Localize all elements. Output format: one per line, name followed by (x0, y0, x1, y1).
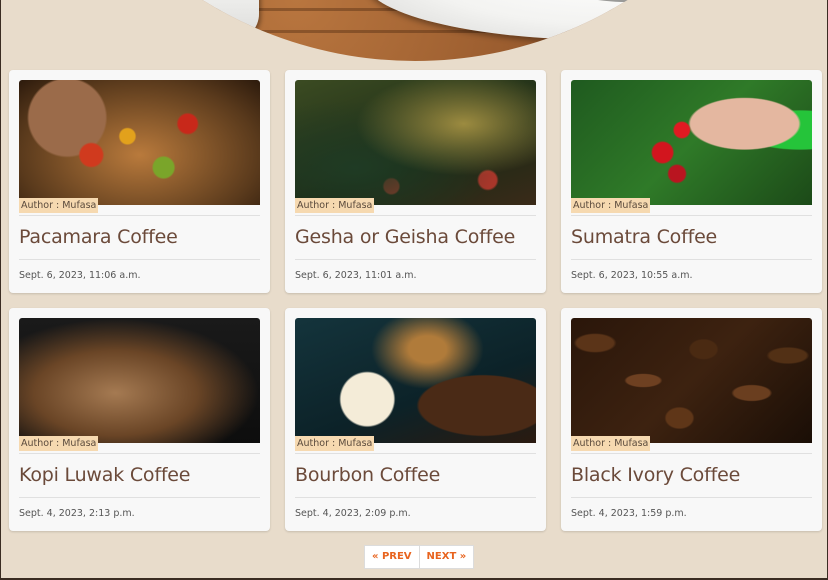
author-badge: Author : Mufasa (19, 198, 99, 213)
post-thumbnail[interactable] (19, 80, 260, 205)
post-thumbnail[interactable] (19, 318, 260, 443)
hero-image (19, 0, 811, 61)
author-badge: Author : Mufasa (295, 198, 375, 213)
post-title[interactable]: Kopi Luwak Coffee (19, 464, 190, 486)
divider (19, 215, 260, 216)
post-card[interactable]: Author : Mufasa Sumatra Coffee Sept. 6, … (561, 70, 822, 293)
post-title[interactable]: Black Ivory Coffee (571, 464, 740, 486)
laptop-image-detail (19, 0, 259, 40)
post-thumbnail[interactable] (571, 318, 812, 443)
post-date: Sept. 6, 2023, 11:06 a.m. (19, 270, 141, 281)
prev-page-button[interactable]: « PREV (364, 545, 420, 569)
post-date: Sept. 4, 2023, 2:09 p.m. (295, 508, 411, 519)
divider (295, 453, 536, 454)
divider (19, 259, 260, 260)
post-thumbnail[interactable] (295, 318, 536, 443)
author-badge: Author : Mufasa (571, 198, 651, 213)
post-title[interactable]: Bourbon Coffee (295, 464, 440, 486)
post-title[interactable]: Sumatra Coffee (571, 226, 717, 248)
author-badge: Author : Mufasa (295, 436, 375, 451)
divider (295, 215, 536, 216)
post-thumbnail[interactable] (571, 80, 812, 205)
next-page-button[interactable]: NEXT » (419, 545, 475, 569)
author-badge: Author : Mufasa (571, 436, 651, 451)
divider (571, 259, 812, 260)
post-grid: Author : Mufasa Pacamara Coffee Sept. 6,… (9, 70, 822, 531)
divider (19, 453, 260, 454)
divider (571, 497, 812, 498)
coffee-cup-image-detail (364, 0, 811, 40)
post-date: Sept. 4, 2023, 1:59 p.m. (571, 508, 687, 519)
post-title[interactable]: Gesha or Geisha Coffee (295, 226, 515, 248)
post-card[interactable]: Author : Mufasa Pacamara Coffee Sept. 6,… (9, 70, 270, 293)
post-card[interactable]: Author : Mufasa Black Ivory Coffee Sept.… (561, 308, 822, 531)
post-card[interactable]: Author : Mufasa Kopi Luwak Coffee Sept. … (9, 308, 270, 531)
divider (295, 259, 536, 260)
post-card[interactable]: Author : Mufasa Gesha or Geisha Coffee S… (285, 70, 546, 293)
divider (295, 497, 536, 498)
divider (19, 497, 260, 498)
post-date: Sept. 4, 2023, 2:13 p.m. (19, 508, 135, 519)
divider (571, 215, 812, 216)
author-badge: Author : Mufasa (19, 436, 99, 451)
post-title[interactable]: Pacamara Coffee (19, 226, 178, 248)
post-date: Sept. 6, 2023, 10:55 a.m. (571, 270, 693, 281)
post-card[interactable]: Author : Mufasa Bourbon Coffee Sept. 4, … (285, 308, 546, 531)
post-date: Sept. 6, 2023, 11:01 a.m. (295, 270, 417, 281)
post-thumbnail[interactable] (295, 80, 536, 205)
divider (571, 453, 812, 454)
pagination: « PREV NEXT » (364, 545, 475, 569)
